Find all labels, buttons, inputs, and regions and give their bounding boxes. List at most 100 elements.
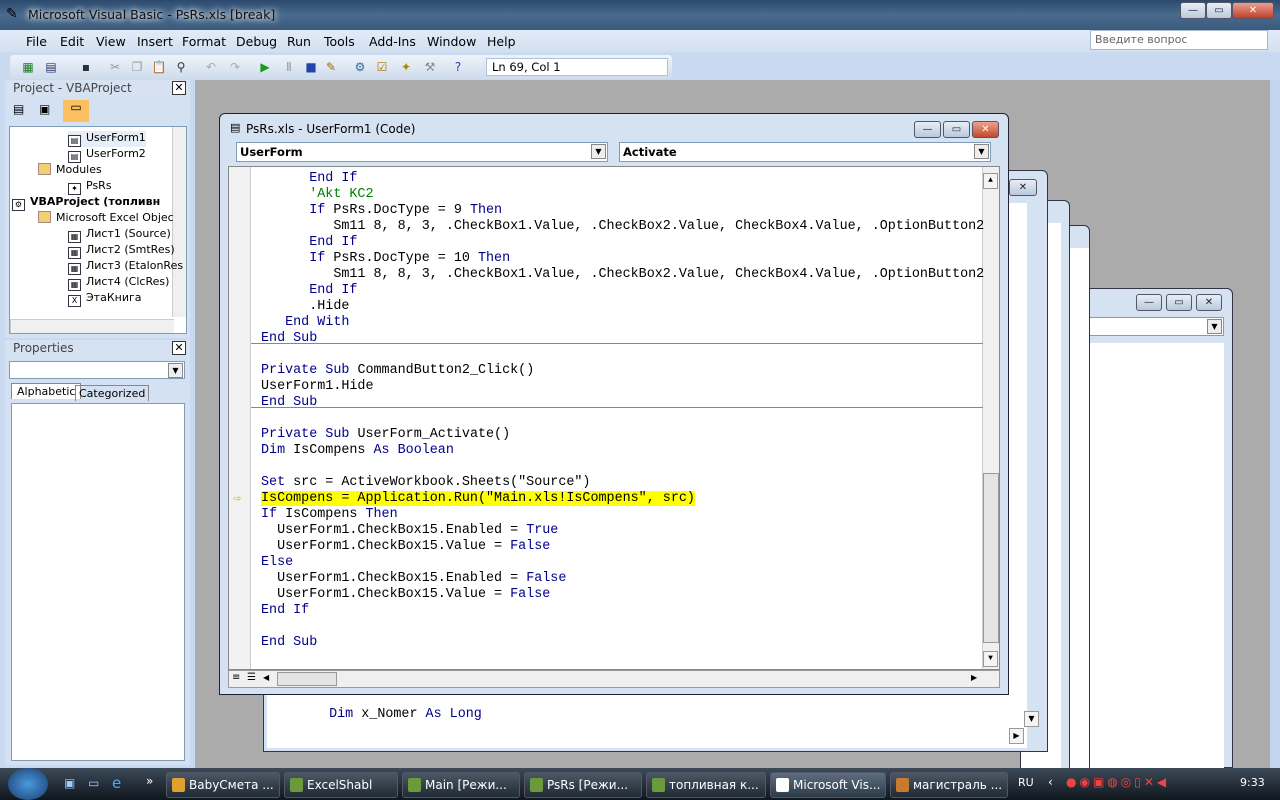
menu-edit[interactable]: Edit [60, 34, 84, 49]
tree-item[interactable]: ⚙ VBAProject (топливн [12, 195, 160, 211]
object-select[interactable]: ▼ [9, 361, 185, 379]
chevron-down-icon[interactable]: ▼ [974, 144, 989, 159]
tab-categorized[interactable]: Categorized [75, 385, 150, 401]
view-code-icon[interactable]: ▤ [13, 102, 24, 116]
code-token: Private Sub [261, 427, 350, 442]
workspace-scrollbar[interactable] [1270, 80, 1280, 768]
tree-item[interactable]: ▤ UserForm1 [68, 131, 146, 147]
taskbar-item[interactable]: PsRs [Режи... [524, 772, 642, 798]
bg-close-button[interactable]: ✕ [1009, 179, 1037, 196]
tree-vertical-scrollbar[interactable] [172, 127, 186, 317]
show-desktop-icon[interactable]: ▣ [64, 776, 75, 790]
paste-icon[interactable]: 📋 [151, 59, 167, 75]
procedure-dropdown[interactable]: Activate ▼ [619, 142, 991, 162]
language-indicator[interactable]: RU [1018, 776, 1034, 789]
tree-item[interactable]: X ЭтаКнига [68, 291, 142, 307]
object-browser-icon[interactable]: ✦ [398, 59, 414, 75]
scroll-up-button[interactable]: ▲ [983, 173, 998, 189]
code-token: CommandButton2_Click() [349, 363, 535, 378]
scroll-left-button[interactable]: ◀ [263, 673, 269, 682]
break-icon[interactable]: Ⅱ [281, 59, 297, 75]
tray-icons[interactable]: ●◉▣◍◎▯✕◀ [1066, 775, 1169, 789]
taskbar-item[interactable]: ExcelShabl [284, 772, 398, 798]
insert-userform-icon[interactable]: ▤ [43, 59, 59, 75]
code-horizontal-scrollbar[interactable]: ≡ ☰ ◀ ▶ [228, 670, 1000, 688]
run-icon[interactable]: ▶ [257, 59, 273, 75]
taskbar-item[interactable]: BabyСмета ... [166, 772, 280, 798]
minimize-button[interactable]: — [1180, 2, 1206, 19]
object-dropdown[interactable]: UserForm ▼ [236, 142, 608, 162]
bg-close-button[interactable]: ✕ [1196, 294, 1222, 311]
scroll-thumb[interactable] [983, 473, 999, 643]
menu-format[interactable]: Format [182, 34, 226, 49]
menu-view[interactable]: View [96, 34, 126, 49]
tree-item[interactable]: ▦ Лист4 (ClcRes) [68, 275, 169, 291]
taskbar-item[interactable]: топливная к... [646, 772, 766, 798]
cut-icon[interactable]: ✂ [107, 59, 123, 75]
close-properties-button[interactable]: ✕ [172, 341, 186, 355]
help-icon[interactable]: ? [450, 59, 466, 75]
procedure-view-icon[interactable]: ≡ [232, 672, 240, 683]
tray-expand-icon[interactable]: ‹ [1048, 775, 1053, 789]
code-close-button[interactable]: ✕ [972, 121, 999, 138]
bg-minimize-button[interactable]: — [1136, 294, 1162, 311]
menu-help[interactable]: Help [487, 34, 516, 49]
close-button[interactable]: ✕ [1232, 2, 1274, 19]
menu-file[interactable]: File [26, 34, 47, 49]
find-icon[interactable]: ⚲ [173, 59, 189, 75]
tree-item[interactable]: ▦ Лист1 (Source) [68, 227, 171, 243]
undo-icon[interactable]: ↶ [203, 59, 219, 75]
tree-item[interactable]: ▤ UserForm2 [68, 147, 146, 163]
toggle-folders-icon[interactable]: ▭ [63, 100, 89, 122]
menu-run[interactable]: Run [287, 34, 311, 49]
toolbox-icon[interactable]: ⚒ [422, 59, 438, 75]
project-explorer-icon[interactable]: ⚙ [352, 59, 368, 75]
internet-explorer-icon[interactable]: e [112, 774, 121, 792]
h-scroll-thumb[interactable] [277, 672, 337, 686]
switch-windows-icon[interactable]: ▭ [88, 776, 99, 790]
tree-horizontal-scrollbar[interactable] [10, 319, 174, 333]
bg-scroll-down[interactable]: ▼ [1024, 711, 1039, 727]
code-minimize-button[interactable]: — [914, 121, 941, 138]
design-mode-icon[interactable]: ✎ [323, 59, 339, 75]
save-icon[interactable]: ▪ [78, 59, 94, 75]
taskbar-item[interactable]: Microsoft Vis... [770, 772, 886, 798]
tree-item[interactable]: ▦ Лист3 (EtalonRes [68, 259, 183, 275]
help-search-input[interactable]: Введите вопрос [1090, 30, 1268, 50]
start-button[interactable] [8, 768, 48, 800]
bg-scroll-right[interactable]: ▶ [1009, 728, 1024, 744]
maximize-button[interactable]: ▭ [1206, 2, 1232, 19]
menu-add-ins[interactable]: Add-Ins [369, 34, 416, 49]
copy-icon[interactable]: ❐ [129, 59, 145, 75]
menu-debug[interactable]: Debug [236, 34, 277, 49]
scroll-right-button[interactable]: ▶ [971, 673, 977, 682]
bg-code-area[interactable] [1086, 343, 1224, 773]
code-maximize-button[interactable]: ▭ [943, 121, 970, 138]
tree-item[interactable]: Microsoft Excel Objec [38, 211, 174, 224]
menu-window[interactable]: Window [427, 34, 476, 49]
taskbar-item[interactable]: магистраль ... [890, 772, 1008, 798]
overflow-chevron-icon[interactable]: » [146, 774, 153, 788]
taskbar-item[interactable]: Main [Режи... [402, 772, 520, 798]
bg-maximize-button[interactable]: ▭ [1166, 294, 1192, 311]
tree-item[interactable]: Modules [38, 163, 102, 176]
redo-icon[interactable]: ↷ [227, 59, 243, 75]
tree-item[interactable]: ✦ PsRs [68, 179, 112, 195]
menu-insert[interactable]: Insert [137, 34, 173, 49]
code-vertical-scrollbar[interactable]: ▲ ▼ [982, 167, 999, 669]
vba-app-icon: ✎ [6, 6, 18, 22]
code-editor[interactable]: ▲ ▼ End If 'Akt KC2 If PsRs.DocType = 9 … [228, 166, 1000, 670]
bg-procedure-select[interactable]: ▼ [1086, 317, 1224, 336]
reset-icon[interactable]: ■ [303, 59, 319, 75]
full-module-view-icon[interactable]: ☰ [247, 672, 256, 683]
tab-alphabetic[interactable]: Alphabetic [11, 383, 82, 399]
view-object-icon[interactable]: ▣ [39, 102, 50, 116]
excel-icon[interactable]: ▦ [20, 59, 36, 75]
close-project-button[interactable]: ✕ [172, 81, 186, 95]
scroll-down-button[interactable]: ▼ [983, 651, 998, 667]
properties-icon[interactable]: ☑ [374, 59, 390, 75]
menu-tools[interactable]: Tools [324, 34, 355, 49]
margin-indicator-bar[interactable] [229, 167, 251, 669]
chevron-down-icon[interactable]: ▼ [591, 144, 606, 159]
tree-item[interactable]: ▦ Лист2 (SmtRes) [68, 243, 175, 259]
